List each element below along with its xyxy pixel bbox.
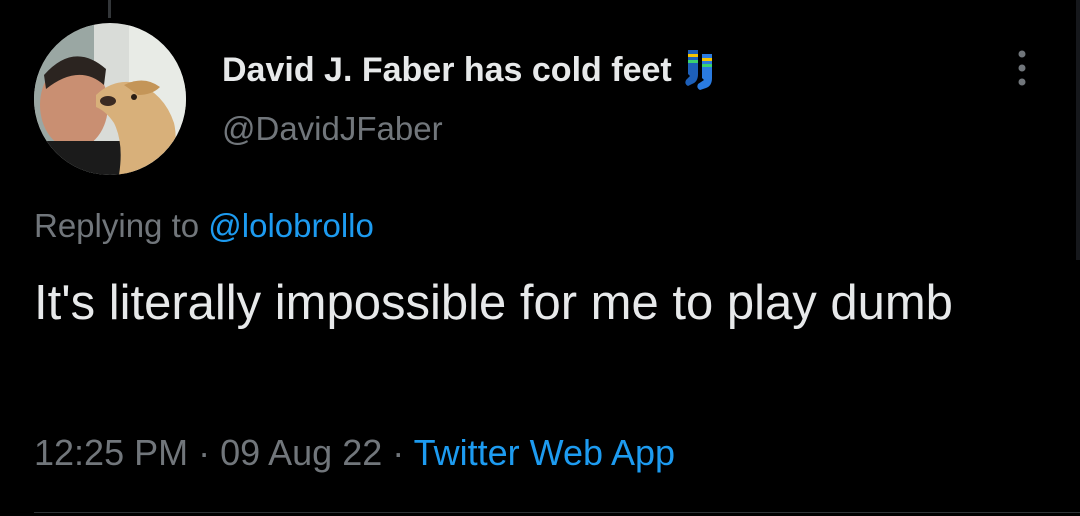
more-options-button[interactable]: [1004, 44, 1040, 92]
more-dots-icon: [1018, 50, 1026, 86]
meta-separator: ·: [188, 432, 221, 473]
tweet-source-link[interactable]: Twitter Web App: [414, 432, 675, 473]
display-name[interactable]: David J. Faber has cold feet: [222, 51, 672, 90]
author-name-row[interactable]: David J. Faber has cold feet: [222, 46, 718, 94]
avatar-photo: [34, 23, 186, 175]
reply-mention-link[interactable]: @lolobrollo: [208, 207, 374, 244]
thread-connector-line: [108, 0, 111, 18]
replying-to-line: Replying to @lolobrollo: [34, 207, 374, 245]
tweet-meta: 12:25 PM · 09 Aug 22 · Twitter Web App: [34, 432, 675, 474]
scrollbar-track[interactable]: [1076, 0, 1080, 260]
tweet-date[interactable]: 09 Aug 22: [220, 432, 382, 473]
author-handle[interactable]: @DavidJFaber: [222, 110, 443, 148]
avatar[interactable]: [34, 23, 186, 175]
tweet-time[interactable]: 12:25 PM: [34, 432, 188, 473]
replying-to-label: Replying to: [34, 207, 209, 244]
tweet-text: It's literally impossible for me to play…: [34, 276, 953, 330]
socks-icon: [685, 50, 712, 90]
meta-separator: ·: [382, 432, 414, 473]
divider: [34, 512, 1080, 513]
